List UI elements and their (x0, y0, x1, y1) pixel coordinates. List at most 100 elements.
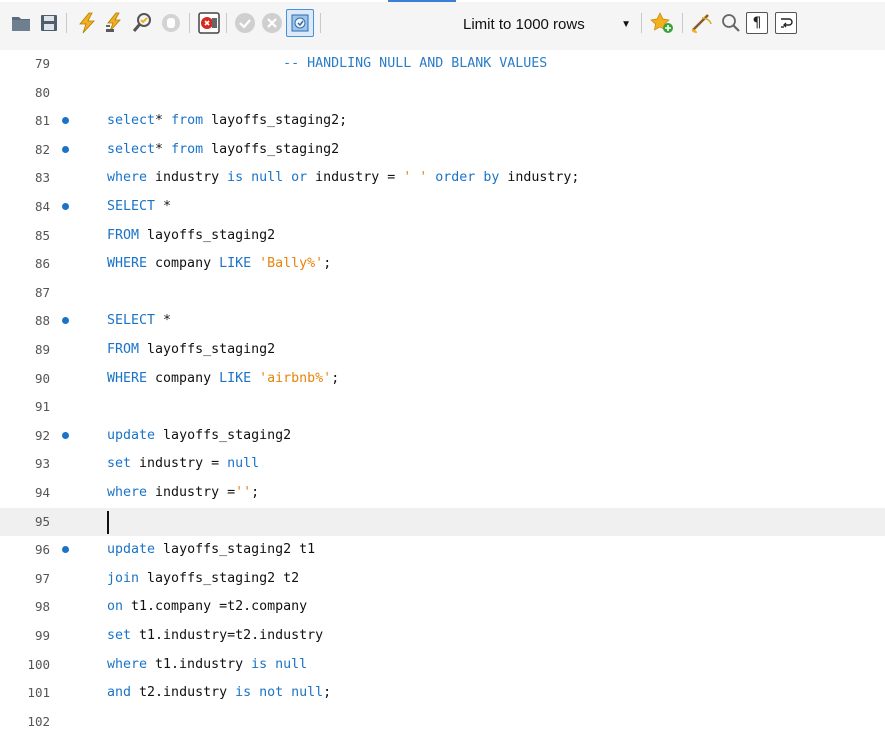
invisible-chars-icon[interactable]: ¶ (746, 12, 768, 34)
sql-text: industry (147, 170, 228, 186)
sql-string: ' ' (403, 170, 428, 186)
stop-icon[interactable] (159, 11, 183, 35)
sql-keyword: on (107, 599, 124, 615)
line-number: 91 (34, 399, 50, 415)
code-line[interactable]: 91 (0, 393, 885, 422)
code-line[interactable]: 100 where t1.industry is null (0, 651, 885, 680)
code-line[interactable]: 99 set t1.industry=t2.industry (0, 622, 885, 651)
sql-text: company (147, 256, 220, 272)
sql-text: * (155, 313, 172, 329)
sql-editor[interactable]: 79 -- HANDLING NULL AND BLANK VALUES 80 81… (0, 50, 885, 729)
statement-marker-icon (62, 546, 69, 554)
toolbar-separator (641, 13, 642, 33)
code-line[interactable]: 85 FROM layoffs_staging2 (0, 222, 885, 251)
sql-keyword: set (107, 456, 132, 472)
code-line[interactable]: 81 select* from layoffs_staging2; (0, 107, 885, 136)
sql-keyword: select (107, 113, 156, 129)
sql-keyword: WHERE (107, 256, 148, 272)
line-number: 84 (34, 199, 50, 214)
code-line[interactable]: 95 (0, 507, 885, 537)
sql-keyword: where (107, 656, 148, 672)
save-icon[interactable] (37, 11, 61, 35)
sql-text: * (155, 141, 172, 157)
sql-text: * (155, 113, 172, 129)
code-line[interactable]: 96 update layoffs_staging2 t1 (0, 536, 885, 565)
code-line[interactable]: 89 FROM layoffs_staging2 (0, 336, 885, 365)
toggle-error-icon[interactable] (197, 11, 221, 35)
statement-marker-icon (62, 317, 69, 325)
code-text: -- HANDLING NULL AND BLANK VALUES (107, 50, 547, 79)
code-text: select* from layoffs_staging2; (107, 107, 347, 136)
sql-keyword: where (107, 170, 148, 186)
code-line[interactable]: 83 where industry is null or industry = '… (0, 164, 885, 193)
code-line[interactable]: 88 SELECT * (0, 307, 885, 336)
limit-rows-select[interactable]: Limit to 1000 rows ▼ (455, 12, 637, 37)
code-line[interactable]: 93 set industry = null (0, 450, 885, 479)
text-caret (107, 510, 109, 534)
line-number: 95 (34, 513, 50, 529)
limit-rows-label: Limit to 1000 rows (463, 16, 585, 33)
statement-marker-icon (62, 117, 69, 125)
sql-keyword: is null or (227, 170, 308, 186)
rollback-icon[interactable] (260, 11, 284, 35)
code-line[interactable]: 92 update layoffs_staging2 (0, 422, 885, 451)
line-number: 85 (34, 227, 50, 243)
sql-text: industry; (499, 170, 580, 186)
sql-keyword: update (107, 542, 156, 558)
code-line[interactable]: 84 SELECT * (0, 193, 885, 222)
code-text: where industry =''; (107, 479, 259, 508)
commit-icon[interactable] (233, 11, 257, 35)
code-line[interactable]: 82 select* from layoffs_staging2 (0, 136, 885, 165)
code-text: WHERE company LIKE 'airbnb%'; (107, 365, 339, 394)
code-line[interactable]: 97 join layoffs_staging2 t2 (0, 565, 885, 594)
sql-text: * (155, 199, 172, 214)
code-text: select* from layoffs_staging2 (107, 136, 339, 165)
code-text: join layoffs_staging2 t2 (107, 565, 299, 594)
sql-keyword: is not null (235, 685, 324, 701)
add-snippet-icon[interactable] (650, 11, 674, 35)
sql-text: industry = (131, 456, 228, 472)
line-number: 100 (27, 656, 50, 672)
sql-string: 'Bally%' (259, 256, 324, 272)
beautify-icon[interactable] (690, 11, 714, 35)
explain-icon[interactable] (131, 11, 155, 35)
code-line[interactable]: 101 and t2.industry is not null; (0, 679, 885, 708)
sql-keyword: SELECT (107, 313, 156, 329)
statement-marker-icon (62, 203, 69, 210)
code-line[interactable]: 86 WHERE company LIKE 'Bally%'; (0, 250, 885, 279)
line-number: 86 (34, 256, 50, 272)
code-text: set industry = null (107, 450, 259, 479)
code-line[interactable]: 90 WHERE company LIKE 'airbnb%'; (0, 365, 885, 394)
sql-text: layoffs_staging2 (139, 342, 276, 357)
code-line[interactable]: 102 (0, 708, 885, 736)
toolbar-separator (189, 13, 190, 33)
sql-text: ; (251, 485, 260, 500)
line-number: 92 (34, 427, 50, 443)
code-line[interactable]: 98 on t1.company =t2.company (0, 593, 885, 622)
sql-text: ; (323, 685, 332, 701)
code-line[interactable]: 94 where industry =''; (0, 479, 885, 508)
line-number: 81 (34, 113, 50, 129)
sql-keyword: LIKE (219, 370, 252, 386)
pilcrow-glyph: ¶ (752, 15, 762, 31)
sql-text: t2.industry (131, 685, 236, 701)
sql-keyword: is null (251, 656, 308, 672)
code-text: where industry is null or industry = ' '… (107, 164, 579, 193)
folder-icon[interactable] (9, 11, 33, 35)
code-line[interactable]: 87 (0, 279, 885, 308)
execute-current-icon[interactable] (103, 11, 127, 35)
sql-text: ; (331, 370, 340, 386)
line-number: 89 (34, 342, 50, 357)
line-number: 79 (34, 56, 50, 71)
find-icon[interactable] (719, 11, 743, 35)
autocommit-icon[interactable] (286, 9, 314, 37)
sql-keyword: select (107, 141, 156, 157)
execute-icon[interactable] (75, 11, 99, 35)
code-line[interactable]: 80 (0, 79, 885, 108)
code-line[interactable]: 79 -- HANDLING NULL AND BLANK VALUES (0, 50, 885, 79)
sql-keyword: null (227, 456, 260, 472)
active-tab-indicator (388, 0, 456, 2)
sql-text: t1.industry (147, 656, 252, 672)
wrap-icon[interactable] (775, 12, 797, 34)
